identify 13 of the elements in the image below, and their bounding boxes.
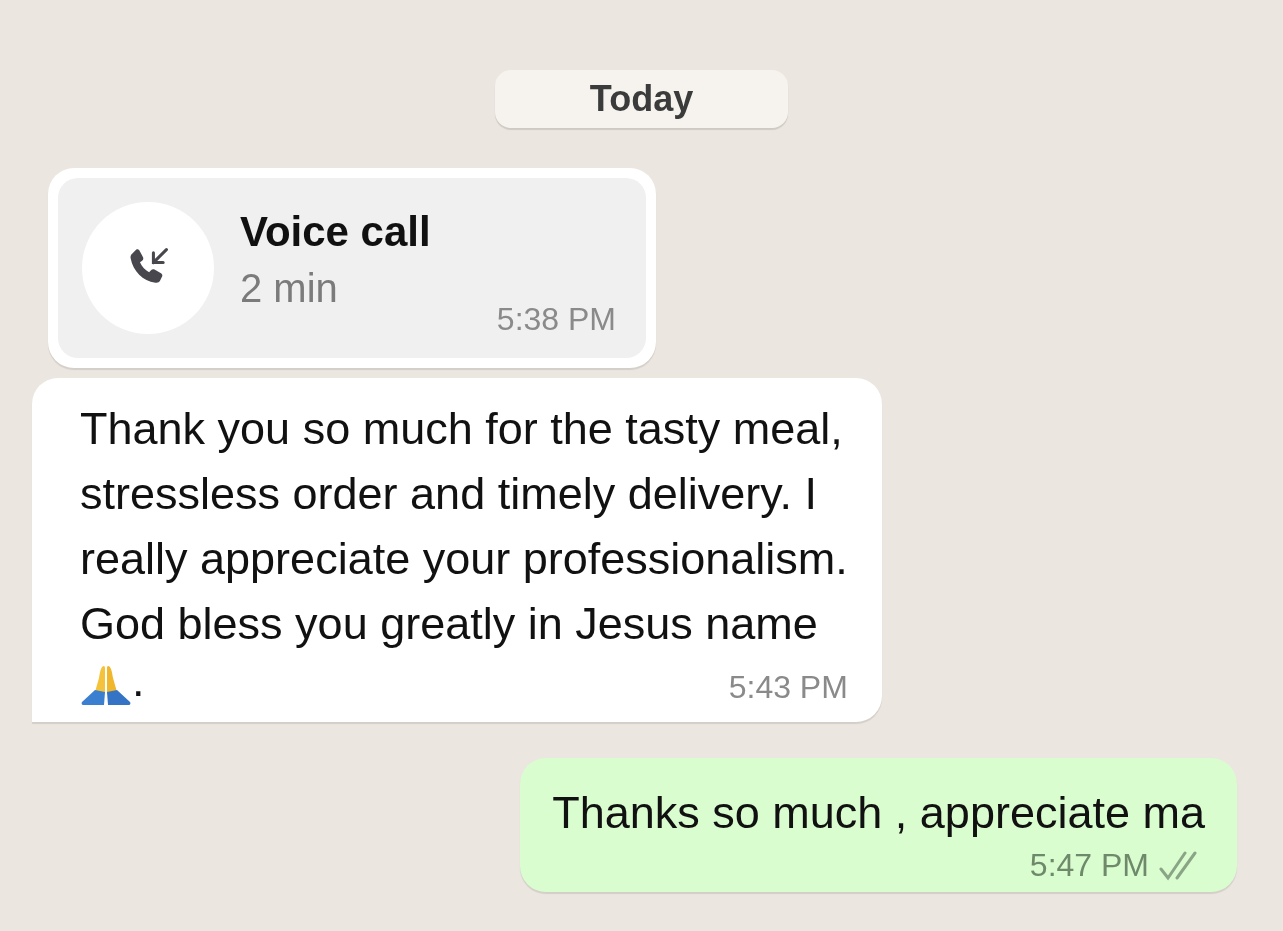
praying-hands-icon xyxy=(80,664,132,706)
received-message-bubble[interactable]: Thank you so much for the tasty meal, stressless order and timely delivery. I really appreciate your professionalism. God bless you greatly in Jesus name . 5:43 PM xyxy=(32,378,882,722)
message-time: 5:38 PM xyxy=(496,301,616,338)
message-text: Thank you so much for the tasty meal, stressless order and timely delivery. I really appreciate your professionalism. God bless you greatly in Jesus name xyxy=(80,402,848,651)
call-bubble[interactable]: Voice call 2 min 5:38 PM xyxy=(48,168,656,368)
message-time: 5:43 PM xyxy=(728,669,848,706)
message-time: 5:47 PM xyxy=(1029,847,1149,884)
date-divider: Today xyxy=(494,70,789,128)
sent-message-bubble[interactable]: Thanks so much , appreciate ma 5:47 PM xyxy=(520,758,1237,892)
message-text-end: . xyxy=(132,656,145,706)
call-duration: 2 min xyxy=(240,265,339,311)
call-title: Voice call xyxy=(240,207,431,256)
message-text: Thanks so much , appreciate ma xyxy=(552,786,1205,840)
